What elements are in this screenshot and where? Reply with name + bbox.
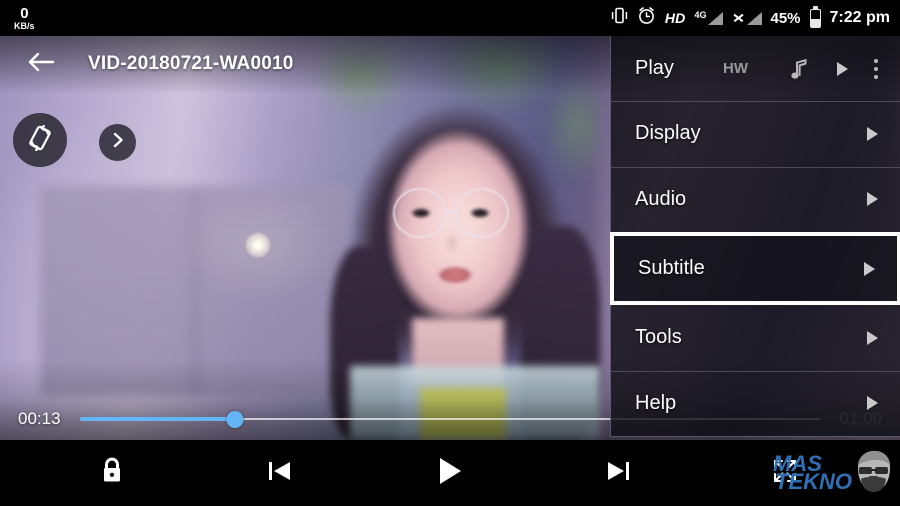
lock-icon (99, 456, 125, 491)
battery-icon (809, 5, 821, 28)
mobile-network-indicator: 4G (694, 9, 723, 25)
status-icons-group: HD 4G 45% 7:22 pm (611, 5, 890, 30)
network-type-label: 4G (694, 9, 707, 20)
menu-item-subtitle[interactable]: Subtitle (610, 231, 900, 306)
back-button[interactable] (24, 47, 58, 81)
screen-rotation-icon (24, 122, 56, 159)
expand-panel-button[interactable] (99, 124, 136, 161)
signal-bars-icon (707, 11, 723, 25)
vibrate-icon (611, 6, 628, 30)
menu-item-subtitle-arrow-icon (864, 261, 875, 276)
chevron-right-icon (110, 131, 126, 154)
alarm-clock-icon (637, 6, 656, 30)
menu-item-subtitle-label: Subtitle (638, 257, 705, 280)
previous-track-icon (265, 456, 295, 491)
overflow-menu-icon[interactable] (874, 58, 878, 79)
menu-item-audio-label: Audio (635, 187, 687, 210)
network-speed-value: 0 (20, 4, 29, 22)
menu-item-display[interactable]: Display (611, 101, 900, 166)
menu-item-display-label: Display (635, 122, 701, 145)
menu-item-audio-arrow-icon (867, 192, 878, 207)
menu-item-tools-label: Tools (635, 326, 682, 349)
watermark-text: MAS TEKNO (773, 452, 852, 494)
network-speed-unit: KB/s (14, 20, 35, 31)
options-menu[interactable]: Play HW Display Audio Subtitle Tools Hel… (610, 36, 900, 437)
music-note-icon[interactable] (790, 58, 809, 80)
menu-item-help[interactable]: Help (611, 370, 900, 436)
menu-item-play[interactable]: Play HW (611, 36, 900, 101)
watermark-logo: MAS TEKNO (773, 446, 894, 500)
menu-item-play-arrow-icon (837, 61, 848, 76)
seek-thumb[interactable] (226, 410, 244, 428)
video-title: VID-20180721-WA0010 (88, 53, 294, 74)
previous-track-button[interactable] (250, 440, 310, 506)
network-speed-indicator: 0 KB/s (14, 6, 35, 31)
menu-item-display-arrow-icon (867, 126, 878, 141)
no-signal-x-icon (732, 12, 746, 25)
menu-item-tools[interactable]: Tools (611, 305, 900, 370)
menu-item-play-badge: HW (723, 60, 748, 78)
seek-fill (80, 417, 236, 421)
battery-percent-label: 45% (770, 9, 801, 27)
menu-item-audio[interactable]: Audio (611, 166, 900, 232)
menu-item-help-arrow-icon (867, 396, 878, 411)
back-arrow-icon (26, 50, 56, 79)
current-time-label: 00:13 (18, 409, 61, 428)
second-sim-indicator (732, 11, 762, 25)
lock-button[interactable] (82, 440, 142, 506)
next-track-button[interactable] (588, 440, 648, 506)
menu-item-tools-arrow-icon (867, 330, 878, 345)
play-icon (433, 454, 467, 493)
hd-label: HD (664, 10, 686, 26)
screen-rotation-button[interactable] (13, 113, 67, 167)
signal-bars-icon-2 (746, 11, 762, 25)
status-bar: 0 KB/s HD 4G 45% 7:22 pm (0, 0, 900, 36)
next-track-icon (603, 456, 633, 491)
playback-control-bar: MAS TEKNO (0, 440, 900, 506)
play-button[interactable] (420, 440, 480, 506)
bearded-face-logo (852, 448, 894, 499)
menu-item-play-label: Play (635, 57, 674, 80)
menu-item-help-label: Help (635, 391, 677, 414)
watermark-line-2: TEKNO (775, 469, 852, 494)
clock-label: 7:22 pm (829, 9, 890, 26)
